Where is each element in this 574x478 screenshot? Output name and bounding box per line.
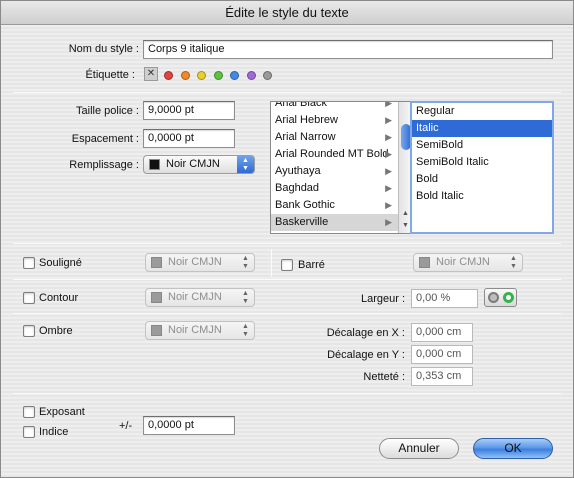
underline-checkbox[interactable] xyxy=(23,257,35,269)
font-size-input[interactable]: 9,0000 pt xyxy=(143,101,235,120)
underline-swatch xyxy=(151,257,162,268)
superscript-checkbox[interactable] xyxy=(23,406,35,418)
shadow-offset-x-label: Décalage en X : xyxy=(326,327,405,339)
separator xyxy=(13,393,561,394)
outline-width-label: Largeur : xyxy=(360,293,405,305)
font-style-item[interactable]: Bold xyxy=(412,171,552,188)
outline-checkbox[interactable] xyxy=(23,292,35,304)
font-style-item[interactable]: SemiBold Italic xyxy=(412,154,552,171)
outline-mode-green-icon[interactable] xyxy=(503,292,514,303)
superscript-label: Exposant xyxy=(39,406,85,418)
outline-width-input[interactable]: 0,00 % xyxy=(411,289,478,308)
outline-color-popup[interactable]: Noir CMJN ▲ ▼ xyxy=(145,288,255,307)
label-color-dot[interactable] xyxy=(213,71,223,80)
font-family-item[interactable]: Baghdad ▶ xyxy=(271,180,398,197)
fill-swatch xyxy=(149,159,160,170)
outline-label: Contour xyxy=(39,292,79,304)
shadow-offset-y-label: Décalage en Y : xyxy=(327,349,405,361)
etiquette-label: Étiquette : xyxy=(85,69,135,81)
shadow-color-popup[interactable]: Noir CMJN ▲ ▼ xyxy=(145,321,255,340)
separator xyxy=(271,249,272,277)
label-color-dot[interactable] xyxy=(180,71,190,80)
shadow-swatch xyxy=(151,325,162,336)
submenu-arrow-icon: ▶ xyxy=(385,217,392,227)
font-style-item[interactable]: SemiBold xyxy=(412,137,552,154)
subscript-label: Indice xyxy=(39,426,69,438)
popup-arrows-icon: ▲ ▼ xyxy=(510,255,517,270)
submenu-arrow-icon: ▶ xyxy=(385,115,392,125)
outline-mode-segmented[interactable] xyxy=(484,288,517,307)
submenu-arrow-icon: ▶ xyxy=(385,101,392,108)
font-family-item[interactable]: Arial Hebrew ▶ xyxy=(271,112,398,129)
shadow-sharpness-input[interactable]: 0,353 cm xyxy=(411,367,473,386)
font-family-list[interactable]: Arial Black ▶ Arial Hebrew ▶ Arial Narrow ▶ Ar… xyxy=(270,101,412,234)
underline-color-value: Noir CMJN xyxy=(168,256,222,268)
label-color-dot[interactable] xyxy=(230,71,239,80)
strike-checkbox[interactable] xyxy=(281,259,293,271)
popup-arrows-icon: ▲ ▼ xyxy=(242,255,249,270)
strike-label: Barré xyxy=(298,259,325,271)
label-color-dot[interactable] xyxy=(246,71,256,80)
cancel-button[interactable]: Annuler xyxy=(379,438,459,459)
font-family-item[interactable]: Ayuthaya ▶ xyxy=(271,163,398,180)
baseline-shift-input[interactable]: 0,0000 pt xyxy=(143,416,235,435)
baseline-shift-label: +/- xyxy=(119,420,133,432)
outline-color-value: Noir CMJN xyxy=(168,291,222,303)
strike-color-value: Noir CMJN xyxy=(436,256,490,268)
popup-arrows-icon: ▲ ▼ xyxy=(242,323,249,338)
outline-mode-gray-icon[interactable] xyxy=(488,292,499,303)
underline-color-popup[interactable]: Noir CMJN ▲ ▼ xyxy=(145,253,255,272)
fill-color-value: Noir CMJN xyxy=(166,158,220,170)
font-family-item[interactable]: Arial Rounded MT Bold ▶ xyxy=(271,146,398,163)
font-family-item[interactable]: Arial Black ▶ xyxy=(271,101,398,112)
submenu-arrow-icon: ▶ xyxy=(385,149,392,159)
shadow-checkbox[interactable] xyxy=(23,325,35,337)
label-color-dot[interactable] xyxy=(197,71,206,80)
fill-color-popup[interactable]: Noir CMJN ▲ ▼ xyxy=(143,155,255,174)
strike-swatch xyxy=(419,257,430,268)
ok-button[interactable]: OK xyxy=(473,438,553,459)
shadow-offset-y-input[interactable]: 0,000 cm xyxy=(411,345,473,364)
shadow-color-value: Noir CMJN xyxy=(168,324,222,336)
dialog-title: Édite le style du texte xyxy=(1,1,573,25)
style-name-label: Nom du style : xyxy=(68,43,139,55)
label-color-dot[interactable] xyxy=(263,71,272,80)
label-color-dot[interactable] xyxy=(164,71,173,80)
shadow-sharpness-label: Netteté : xyxy=(363,371,405,383)
font-style-list[interactable]: Regular Italic SemiBold SemiBold Italic Bold… xyxy=(410,101,554,234)
style-name-input[interactable]: Corps 9 italique xyxy=(143,40,553,59)
separator xyxy=(13,243,561,244)
spacing-input[interactable]: 0,0000 pt xyxy=(143,129,235,148)
underline-label: Souligné xyxy=(39,257,82,269)
submenu-arrow-icon: ▶ xyxy=(385,200,392,210)
font-style-item[interactable]: Regular xyxy=(412,103,552,120)
font-size-label: Taille police : xyxy=(76,105,139,117)
font-style-item[interactable]: Italic xyxy=(412,120,552,137)
separator xyxy=(13,313,561,314)
popup-arrows-icon: ▲ ▼ xyxy=(242,290,249,305)
strike-color-popup[interactable]: Noir CMJN ▲ ▼ xyxy=(413,253,523,272)
font-family-item[interactable]: Bank Gothic ▶ xyxy=(271,197,398,214)
outline-swatch xyxy=(151,292,162,303)
separator xyxy=(13,92,561,93)
spacing-label: Espacement : xyxy=(71,133,139,145)
separator xyxy=(13,279,561,280)
shadow-offset-x-input[interactable]: 0,000 cm xyxy=(411,323,473,342)
submenu-arrow-icon: ▶ xyxy=(385,183,392,193)
font-family-item[interactable]: Arial Narrow ▶ xyxy=(271,129,398,146)
submenu-arrow-icon: ▶ xyxy=(385,166,392,176)
popup-arrows-icon: ▲ ▼ xyxy=(237,156,254,173)
font-family-item[interactable]: Baskerville ▶ xyxy=(271,214,398,231)
fill-label: Remplissage : xyxy=(69,159,139,171)
submenu-arrow-icon: ▶ xyxy=(385,132,392,142)
no-label-icon[interactable]: ✕ xyxy=(144,67,158,81)
font-style-item[interactable]: Bold Italic xyxy=(412,188,552,205)
edit-text-style-dialog: Édite le style du texte Nom du style : C… xyxy=(0,0,574,478)
subscript-checkbox[interactable] xyxy=(23,426,35,438)
shadow-label: Ombre xyxy=(39,325,73,337)
